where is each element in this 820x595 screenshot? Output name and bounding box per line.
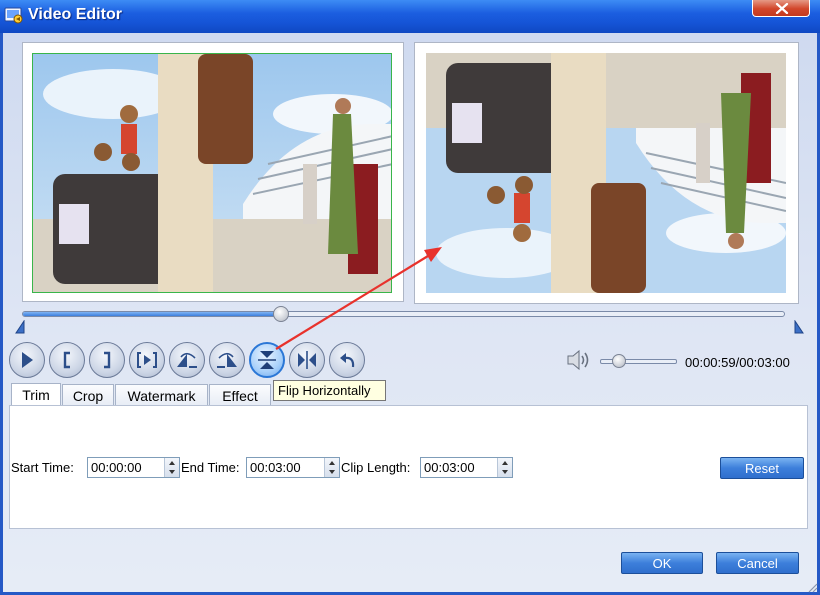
output-video-image [426,53,786,293]
progress-slider[interactable] [22,311,785,317]
trim-start-marker[interactable] [15,320,25,334]
rotate-right-icon [217,352,237,368]
play-selection-icon [137,352,157,368]
speaker-icon[interactable] [566,348,594,372]
video-editor-window: Video Editor 00:00:59/00:03:00 Trim Crop… [0,0,820,595]
end-time-label: End Time: [181,460,240,475]
play-icon [22,352,33,368]
rotate-left-button[interactable] [169,342,205,378]
start-time-label: Start Time: [11,460,74,475]
bracket-left-icon [63,351,70,369]
output-preview-frame [414,42,799,304]
play-button[interactable] [9,342,45,378]
tab-effect[interactable]: Effect [209,384,271,406]
end-time-value: 00:03:00 [250,460,301,475]
end-time-spinner[interactable] [324,458,339,477]
spinner-arrows-icon [502,461,508,474]
start-time-spinner[interactable] [164,458,179,477]
clip-length-value: 00:03:00 [424,460,475,475]
clip-length-spinner[interactable] [497,458,512,477]
flip-vertically-button[interactable] [289,342,325,378]
mark-in-button[interactable] [49,342,85,378]
play-selection-button[interactable] [129,342,165,378]
reset-button[interactable]: Reset [720,457,804,479]
ok-button[interactable]: OK [621,552,703,574]
time-readout: 00:00:59/00:03:00 [685,355,790,370]
undo-icon [340,353,355,368]
clip-length-label: Clip Length: [341,460,411,475]
flip-horizontal-icon [298,351,316,369]
close-icon [775,3,789,14]
start-time-value: 00:00:00 [91,460,142,475]
spinner-arrows-icon [329,461,335,474]
trim-end-marker[interactable] [794,320,804,334]
rotate-right-button[interactable] [209,342,245,378]
progress-fill [23,312,283,316]
title-bar[interactable]: Video Editor [0,0,820,33]
flip-horizontally-tooltip: Flip Horizontally [273,380,386,401]
cancel-button[interactable]: Cancel [716,552,799,574]
original-preview-frame [22,42,404,302]
original-video-image [32,53,392,293]
start-time-field[interactable]: 00:00:00 [87,457,180,478]
bracket-right-icon [104,351,111,369]
tab-crop[interactable]: Crop [62,384,114,406]
spinner-arrows-icon [169,461,175,474]
resize-grip-icon[interactable] [806,581,818,593]
flip-vertical-icon [258,351,276,369]
clip-length-field[interactable]: 00:03:00 [420,457,513,478]
rotate-left-icon [177,352,197,368]
tab-watermark[interactable]: Watermark [115,384,208,406]
mark-out-button[interactable] [89,342,125,378]
end-time-field[interactable]: 00:03:00 [246,457,340,478]
undo-button[interactable] [329,342,365,378]
window-title: Video Editor [28,6,122,23]
tab-trim[interactable]: Trim [11,383,61,406]
flip-horizontally-button[interactable] [249,342,285,378]
close-button[interactable] [752,0,810,17]
video-editor-app-icon [4,7,23,24]
